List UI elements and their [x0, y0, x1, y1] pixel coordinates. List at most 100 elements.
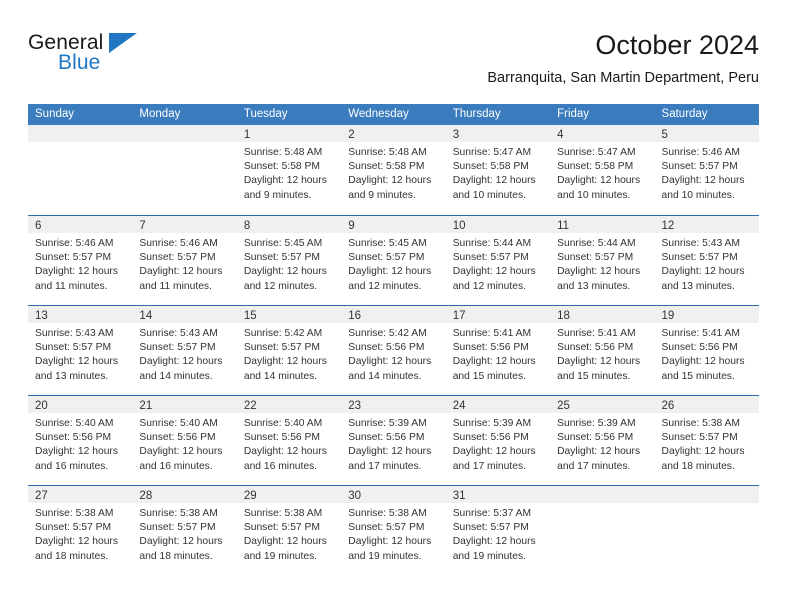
calendar-page: General Blue October 2024 Barranquita, S… [0, 0, 792, 612]
calendar-day-cell[interactable]: 10 Sunrise: 5:44 AM Sunset: 5:57 PM Dayligh… [445, 216, 551, 305]
calendar-day-cell[interactable]: 21 Sunrise: 5:40 AM Sunset: 5:56 PM Dayligh… [132, 396, 237, 485]
sunset-text: Sunset: 5:58 PM [557, 161, 634, 173]
day-number: 1 [243, 129, 251, 141]
day-number: 18 [557, 310, 570, 322]
calendar-day-cell[interactable]: 27 Sunrise: 5:38 AM Sunset: 5:57 PM Dayligh… [28, 486, 133, 575]
day-number-band: 10 [445, 216, 551, 233]
calendar-day-cell[interactable]: 7 Sunrise: 5:46 AM Sunset: 5:57 PM Daylight… [132, 216, 237, 305]
daylight-text-line2: and 17 minutes. [557, 460, 631, 472]
calendar-day-cell[interactable]: 3 Sunrise: 5:47 AM Sunset: 5:58 PM Daylight… [445, 125, 551, 215]
day-number-band: 3 [445, 125, 551, 142]
calendar-day-cell[interactable]: 9 Sunrise: 5:45 AM Sunset: 5:57 PM Daylight… [341, 216, 446, 305]
sunset-text: Sunset: 5:57 PM [661, 161, 738, 173]
day-number-band: 6 [28, 216, 133, 233]
day-number-band: 2 [341, 125, 446, 142]
calendar-day-cell[interactable]: 14 Sunrise: 5:43 AM Sunset: 5:57 PM Dayligh… [132, 306, 237, 395]
sunset-text: Sunset: 5:57 PM [661, 252, 738, 264]
day-detail-lines: Sunrise: 5:46 AM Sunset: 5:57 PM Daylight:… [655, 142, 759, 203]
day-detail-lines: Sunrise: 5:38 AM Sunset: 5:57 PM Daylight:… [341, 503, 445, 564]
sunrise-text: Sunrise: 5:38 AM [661, 418, 740, 429]
calendar-day-cell[interactable]: 25 Sunrise: 5:39 AM Sunset: 5:56 PM Dayligh… [550, 396, 655, 485]
sunset-text: Sunset: 5:57 PM [661, 432, 738, 444]
day-number: 26 [661, 400, 675, 412]
calendar-day-cell-empty [550, 486, 655, 575]
calendar-day-cell[interactable]: 28 Sunrise: 5:38 AM Sunset: 5:57 PM Dayligh… [132, 486, 237, 575]
calendar-day-cell[interactable]: 23 Sunrise: 5:39 AM Sunset: 5:56 PM Dayligh… [341, 396, 446, 485]
sunset-text: Sunset: 5:58 PM [452, 161, 529, 173]
day-number: 24 [452, 400, 466, 412]
calendar-day-cell[interactable]: 22 Sunrise: 5:40 AM Sunset: 5:56 PM Dayligh… [236, 396, 342, 485]
calendar-day-cell[interactable]: 18 Sunrise: 5:41 AM Sunset: 5:56 PM Dayligh… [550, 306, 655, 395]
calendar-day-cell[interactable]: 20 Sunrise: 5:40 AM Sunset: 5:56 PM Dayligh… [28, 396, 133, 485]
day-number-band: 17 [445, 306, 551, 323]
sunrise-text: Sunrise: 5:46 AM [139, 238, 218, 249]
daylight-text-line2: and 14 minutes. [243, 370, 318, 382]
daylight-text-line2: and 17 minutes. [348, 460, 422, 472]
calendar-day-cell[interactable]: 15 Sunrise: 5:42 AM Sunset: 5:57 PM Dayligh… [236, 306, 342, 395]
day-number-band: 7 [132, 216, 237, 233]
calendar-day-cell-empty [654, 486, 759, 575]
calendar-day-cell[interactable]: 8 Sunrise: 5:45 AM Sunset: 5:57 PM Daylight… [236, 216, 342, 305]
calendar-week-row: 1 Sunrise: 5:48 AM Sunset: 5:58 PM Daylight… [28, 125, 759, 215]
daylight-text-line1: Daylight: 12 hours [557, 266, 641, 278]
day-number: 22 [243, 400, 257, 412]
sunrise-text: Sunrise: 5:37 AM [452, 508, 532, 519]
sunrise-text: Sunrise: 5:44 AM [452, 238, 532, 249]
daylight-text-line2: and 12 minutes. [348, 280, 422, 292]
sunrise-text: Sunrise: 5:47 AM [452, 147, 532, 158]
calendar-day-cell[interactable]: 11 Sunrise: 5:44 AM Sunset: 5:57 PM Dayligh… [550, 216, 655, 305]
day-detail-lines: Sunrise: 5:48 AM Sunset: 5:58 PM Daylight:… [237, 142, 341, 203]
daylight-text-line2: and 10 minutes. [452, 189, 526, 201]
logo-text-general: General [28, 31, 104, 54]
daylight-text-line1: Daylight: 12 hours [348, 356, 432, 368]
calendar-day-cell[interactable]: 31 Sunrise: 5:37 AM Sunset: 5:57 PM Dayligh… [445, 486, 551, 575]
sunrise-text: Sunrise: 5:41 AM [661, 328, 740, 339]
day-number-band: 18 [550, 306, 655, 323]
day-number-band: 13 [28, 306, 133, 323]
sunrise-text: Sunrise: 5:46 AM [35, 238, 114, 249]
daylight-text-line2: and 11 minutes. [35, 280, 108, 292]
daylight-text-line1: Daylight: 12 hours [243, 175, 327, 187]
day-detail-lines: Sunrise: 5:42 AM Sunset: 5:57 PM Daylight:… [237, 323, 341, 384]
sunset-text: Sunset: 5:56 PM [452, 342, 529, 354]
sunrise-text: Sunrise: 5:45 AM [348, 238, 427, 249]
day-number-band [654, 486, 759, 503]
calendar-day-cell[interactable]: 26 Sunrise: 5:38 AM Sunset: 5:57 PM Dayligh… [654, 396, 759, 485]
calendar-day-cell[interactable]: 19 Sunrise: 5:41 AM Sunset: 5:56 PM Dayligh… [654, 306, 759, 395]
calendar-day-cell[interactable]: 30 Sunrise: 5:38 AM Sunset: 5:57 PM Dayligh… [341, 486, 446, 575]
daylight-text-line1: Daylight: 12 hours [348, 175, 432, 187]
weekday-header-monday: Monday [139, 108, 181, 120]
day-detail-lines: Sunrise: 5:45 AM Sunset: 5:57 PM Daylight:… [237, 233, 341, 294]
sunset-text: Sunset: 5:57 PM [35, 522, 112, 534]
weekday-header-thursday: Thursday [452, 108, 501, 120]
day-number-band: 12 [654, 216, 759, 233]
day-number-band: 9 [341, 216, 446, 233]
calendar-day-cell[interactable]: 29 Sunrise: 5:38 AM Sunset: 5:57 PM Dayligh… [236, 486, 342, 575]
day-number-band: 30 [341, 486, 446, 503]
calendar-day-cell[interactable]: 17 Sunrise: 5:41 AM Sunset: 5:56 PM Dayligh… [445, 306, 551, 395]
calendar-day-cell[interactable]: 2 Sunrise: 5:48 AM Sunset: 5:58 PM Daylight… [341, 125, 446, 215]
calendar-day-cell[interactable]: 4 Sunrise: 5:47 AM Sunset: 5:58 PM Daylight… [550, 125, 655, 215]
daylight-text-line2: and 13 minutes. [661, 280, 735, 292]
daylight-text-line2: and 18 minutes. [139, 550, 213, 562]
day-number: 28 [139, 490, 153, 502]
calendar-day-cell[interactable]: 24 Sunrise: 5:39 AM Sunset: 5:56 PM Dayligh… [445, 396, 551, 485]
daylight-text-line1: Daylight: 12 hours [348, 536, 432, 548]
day-number: 6 [35, 220, 42, 232]
day-number-band: 4 [550, 125, 655, 142]
calendar-day-cell[interactable]: 13 Sunrise: 5:43 AM Sunset: 5:57 PM Dayligh… [28, 306, 133, 395]
daylight-text-line1: Daylight: 12 hours [139, 266, 223, 278]
daylight-text-line2: and 9 minutes. [348, 189, 416, 201]
day-detail-lines: Sunrise: 5:39 AM Sunset: 5:56 PM Daylight:… [550, 413, 654, 474]
calendar-day-cell[interactable]: 12 Sunrise: 5:43 AM Sunset: 5:57 PM Dayligh… [654, 216, 759, 305]
sunrise-text: Sunrise: 5:40 AM [139, 418, 218, 429]
calendar-day-cell[interactable]: 5 Sunrise: 5:46 AM Sunset: 5:57 PM Daylight… [654, 125, 759, 215]
daylight-text-line1: Daylight: 12 hours [557, 446, 641, 458]
day-number-band: 1 [236, 125, 342, 142]
general-blue-logo[interactable]: General Blue [28, 32, 168, 88]
day-number: 16 [348, 310, 362, 322]
calendar-day-cell[interactable]: 1 Sunrise: 5:48 AM Sunset: 5:58 PM Daylight… [236, 125, 342, 215]
daylight-text-line1: Daylight: 12 hours [452, 536, 536, 548]
calendar-day-cell[interactable]: 6 Sunrise: 5:46 AM Sunset: 5:57 PM Daylight… [28, 216, 133, 305]
calendar-day-cell[interactable]: 16 Sunrise: 5:42 AM Sunset: 5:56 PM Dayligh… [341, 306, 446, 395]
